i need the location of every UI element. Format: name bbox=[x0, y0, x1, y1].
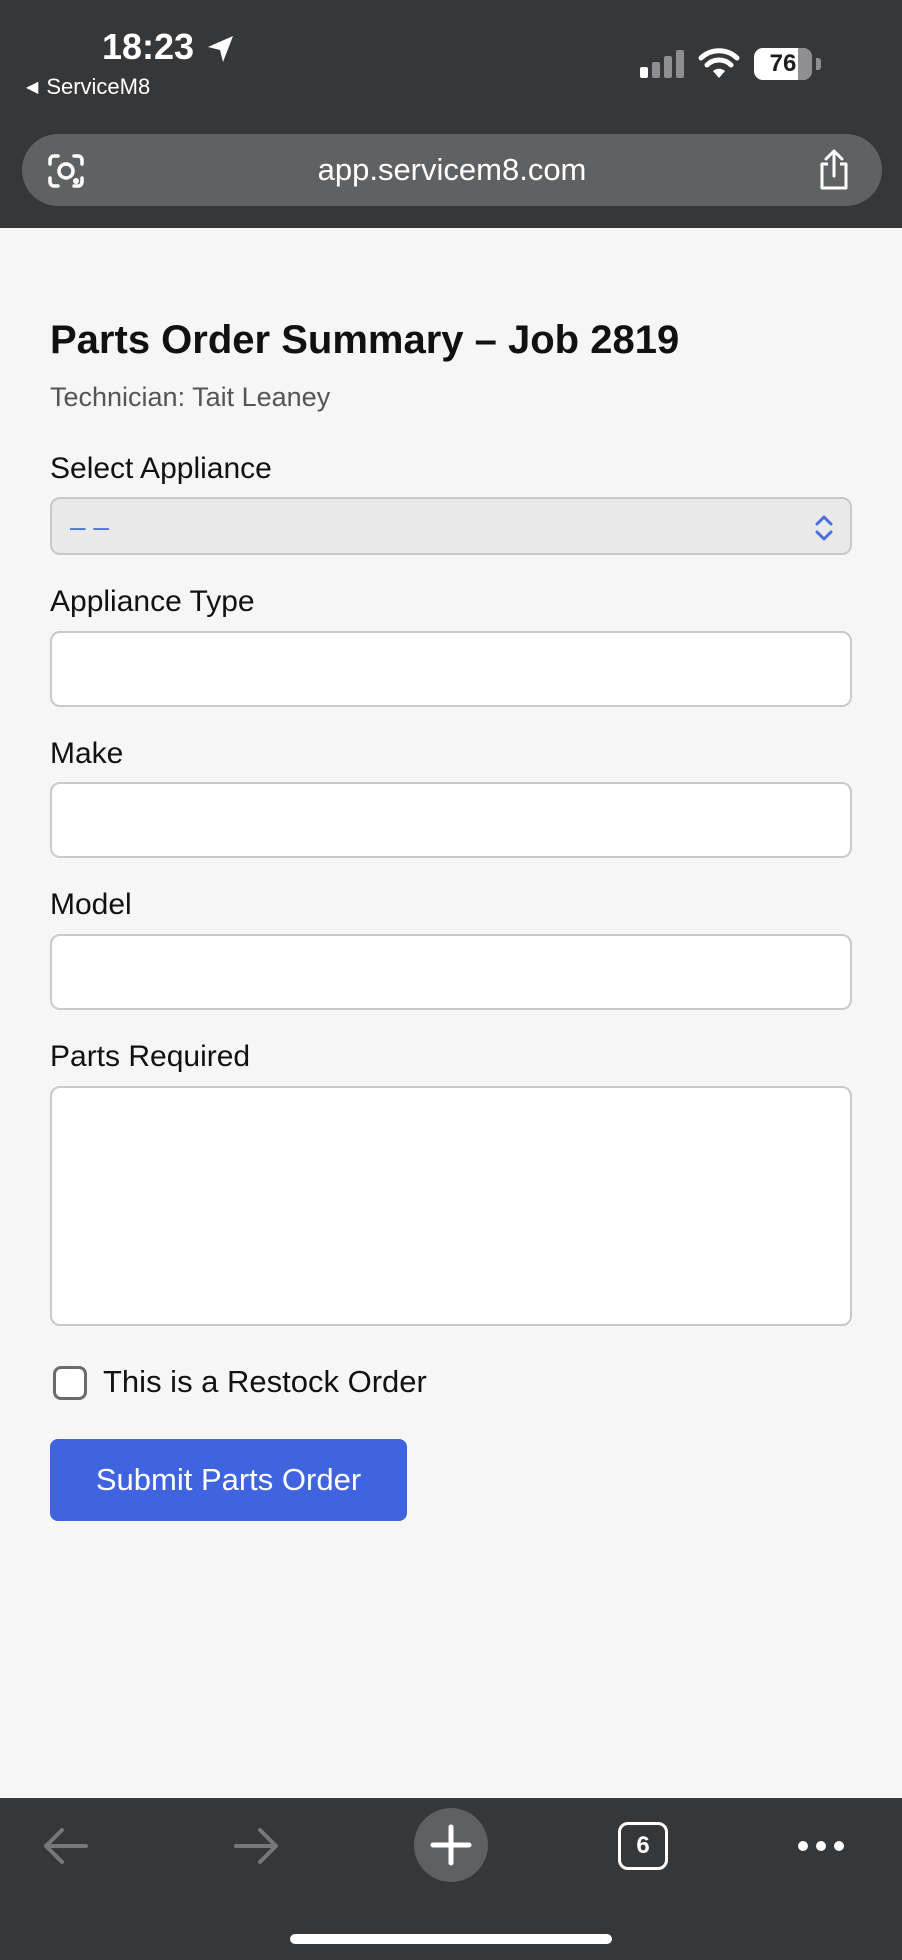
url-bar[interactable]: app.servicem8.com bbox=[22, 134, 882, 206]
model-label: Model bbox=[50, 888, 132, 921]
home-indicator bbox=[290, 1934, 612, 1944]
select-appliance-dropdown[interactable]: – – bbox=[50, 497, 852, 555]
top-bar: 18:23 ◀ ServiceM8 76 app.servicem8.com bbox=[0, 0, 902, 228]
select-appliance-label: Select Appliance bbox=[50, 452, 272, 485]
more-options-icon[interactable] bbox=[796, 1836, 846, 1856]
page-title: Parts Order Summary – Job 2819 bbox=[50, 318, 680, 362]
share-icon[interactable] bbox=[814, 148, 854, 192]
back-to-app-link[interactable]: ◀ ServiceM8 bbox=[26, 74, 150, 100]
tabs-button[interactable]: 6 bbox=[618, 1822, 668, 1870]
back-arrow-icon[interactable] bbox=[40, 1824, 90, 1868]
restock-order-label[interactable]: This is a Restock Order bbox=[103, 1364, 427, 1400]
appliance-type-label: Appliance Type bbox=[50, 585, 255, 618]
make-input[interactable] bbox=[50, 782, 852, 858]
technician-name: Technician: Tait Leaney bbox=[50, 382, 331, 412]
cellular-signal-icon bbox=[640, 50, 684, 78]
back-app-label: ServiceM8 bbox=[46, 74, 151, 99]
wifi-icon bbox=[698, 48, 740, 78]
status-time: 18:23 bbox=[102, 26, 195, 67]
url-text: app.servicem8.com bbox=[317, 152, 587, 187]
new-tab-button[interactable] bbox=[414, 1808, 488, 1882]
back-triangle-icon: ◀ bbox=[26, 79, 39, 96]
battery-indicator: 76 bbox=[754, 48, 821, 80]
bottom-toolbar: 6 bbox=[0, 1798, 902, 1960]
make-label: Make bbox=[50, 737, 124, 770]
restock-order-checkbox[interactable] bbox=[53, 1366, 87, 1400]
parts-required-label: Parts Required bbox=[50, 1040, 251, 1073]
parts-required-textarea[interactable] bbox=[50, 1086, 852, 1326]
forward-arrow-icon[interactable] bbox=[232, 1824, 282, 1868]
model-input[interactable] bbox=[50, 934, 852, 1010]
submit-parts-order-button[interactable]: Submit Parts Order bbox=[50, 1439, 407, 1521]
plus-icon bbox=[430, 1824, 472, 1866]
battery-level: 76 bbox=[769, 50, 797, 77]
chevron-up-down-icon bbox=[815, 515, 833, 541]
appliance-type-input[interactable] bbox=[50, 631, 852, 707]
select-appliance-value: – – bbox=[70, 511, 109, 542]
location-arrow-icon bbox=[208, 36, 233, 62]
